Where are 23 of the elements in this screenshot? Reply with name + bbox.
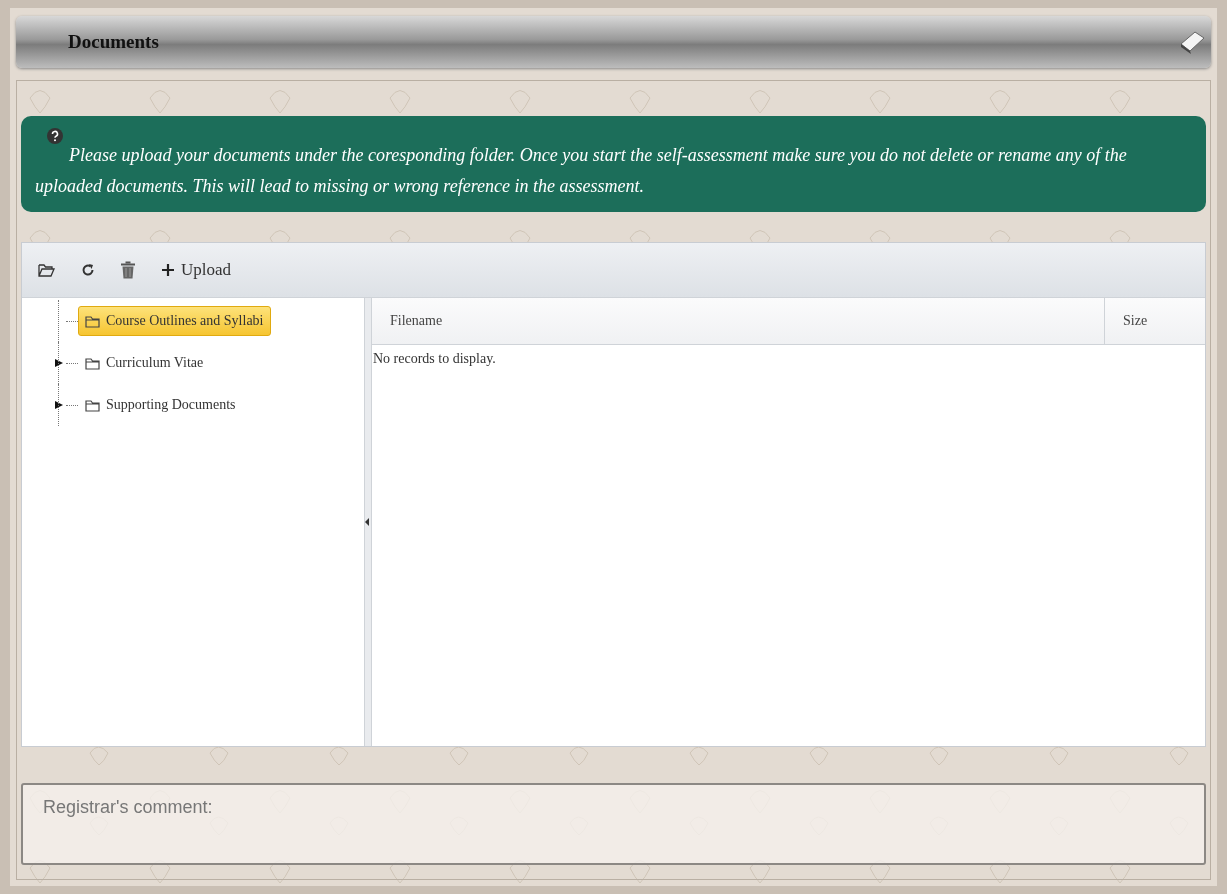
tree-item[interactable]: Supporting Documents — [78, 390, 243, 420]
upload-button[interactable]: Upload — [159, 258, 234, 282]
folder-icon — [85, 356, 100, 370]
delete-button[interactable] — [119, 259, 137, 281]
expand-arrow-icon[interactable] — [54, 358, 64, 368]
folder-icon — [38, 263, 55, 277]
trash-icon — [121, 261, 135, 279]
expand-arrow-icon[interactable] — [54, 400, 64, 410]
folder-icon — [85, 314, 100, 328]
column-header[interactable]: Size — [1105, 298, 1205, 344]
plus-icon — [161, 263, 175, 277]
new-folder-button[interactable] — [36, 261, 57, 279]
panel-title: Documents — [68, 31, 159, 53]
help-icon — [47, 128, 63, 144]
tree-item[interactable]: Curriculum Vitae — [78, 348, 211, 378]
folder-icon — [85, 398, 100, 412]
column-header[interactable]: Filename — [372, 298, 1105, 344]
refresh-icon — [81, 263, 95, 277]
empty-message: No records to display. — [372, 350, 497, 367]
collapse-arrow-icon[interactable] — [365, 517, 370, 527]
notice-text: Please upload your documents under the coresponding folder. Once you start the self-assessment make sure you do not delete or rename any of the uploaded documents. This will lead to missing or wrong reference in the assessment. — [35, 144, 1128, 198]
comment-field[interactable]: Registrar's comment: — [21, 783, 1206, 865]
tree-item[interactable]: Course Outlines and Syllabi — [78, 306, 271, 336]
